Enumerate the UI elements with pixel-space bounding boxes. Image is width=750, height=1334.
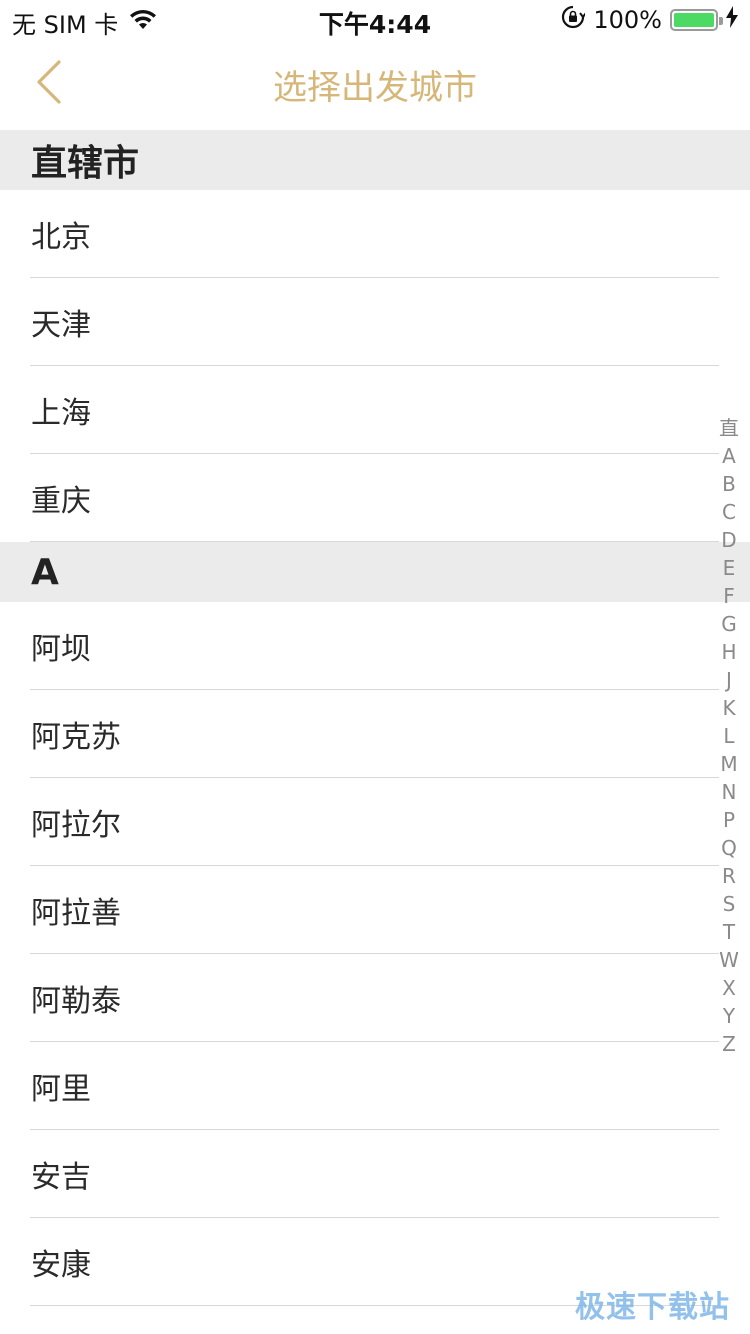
battery-cap <box>719 17 723 25</box>
city-list-item[interactable]: 阿克苏 <box>0 690 750 778</box>
city-list-item[interactable]: 重庆 <box>0 454 750 542</box>
index-letter[interactable]: Z <box>722 1030 736 1058</box>
battery-fill <box>674 13 714 27</box>
index-letter[interactable]: K <box>722 694 735 722</box>
index-letter[interactable]: E <box>723 554 736 582</box>
section-header: A <box>0 542 750 602</box>
index-letter[interactable]: S <box>723 890 736 918</box>
index-letter[interactable]: A <box>722 442 736 470</box>
city-list-item[interactable]: 安吉 <box>0 1130 750 1218</box>
index-letter[interactable]: W <box>719 946 739 974</box>
city-list-item[interactable]: 阿勒泰 <box>0 954 750 1042</box>
index-letter[interactable]: P <box>723 806 735 834</box>
index-letter[interactable]: H <box>721 638 736 666</box>
navigation-bar: 选择出发城市 <box>0 40 750 130</box>
section-header: 直辖市 <box>0 130 750 190</box>
index-letter[interactable]: B <box>722 470 736 498</box>
city-list-item[interactable]: 天津 <box>0 278 750 366</box>
index-letter[interactable]: C <box>722 498 736 526</box>
city-list-item[interactable]: 阿拉善 <box>0 866 750 954</box>
status-bar: 无 SIM 卡 下午4:44 100% <box>0 0 750 40</box>
index-letter[interactable]: R <box>722 862 736 890</box>
battery-icon <box>670 9 723 31</box>
index-letter[interactable]: G <box>721 610 737 638</box>
charging-bolt-icon <box>726 6 738 34</box>
index-letter[interactable]: L <box>723 722 734 750</box>
index-letter[interactable]: Q <box>721 834 737 862</box>
index-letter[interactable]: J <box>726 666 732 694</box>
index-letter[interactable]: N <box>722 778 737 806</box>
index-letter[interactable]: T <box>723 918 735 946</box>
index-letter[interactable]: Y <box>723 1002 735 1030</box>
city-list[interactable]: 直辖市 北京 天津 上海 重庆 A 阿坝 阿克苏 阿拉尔 阿拉善 阿勒泰 阿里 安吉 安康 <box>0 130 750 1306</box>
alphabet-index-bar[interactable]: 直ABCDEFGHJKLMNPQRSTWXYZ <box>714 414 744 1058</box>
city-list-item[interactable]: 阿拉尔 <box>0 778 750 866</box>
index-letter[interactable]: X <box>722 974 736 1002</box>
city-list-item[interactable]: 上海 <box>0 366 750 454</box>
index-letter[interactable]: M <box>720 750 737 778</box>
battery-percent: 100% <box>593 6 662 34</box>
index-letter[interactable]: F <box>723 582 735 610</box>
rotation-lock-icon <box>561 5 587 35</box>
city-list-item[interactable]: 阿坝 <box>0 602 750 690</box>
status-right: 100% <box>561 5 738 35</box>
watermark-text: 极速下载站 <box>575 1290 730 1325</box>
index-letter[interactable]: 直 <box>719 414 739 442</box>
city-list-item[interactable]: 阿里 <box>0 1042 750 1130</box>
index-letter[interactable]: D <box>721 526 736 554</box>
city-list-item[interactable]: 北京 <box>0 190 750 278</box>
page-title: 选择出发城市 <box>273 68 477 108</box>
